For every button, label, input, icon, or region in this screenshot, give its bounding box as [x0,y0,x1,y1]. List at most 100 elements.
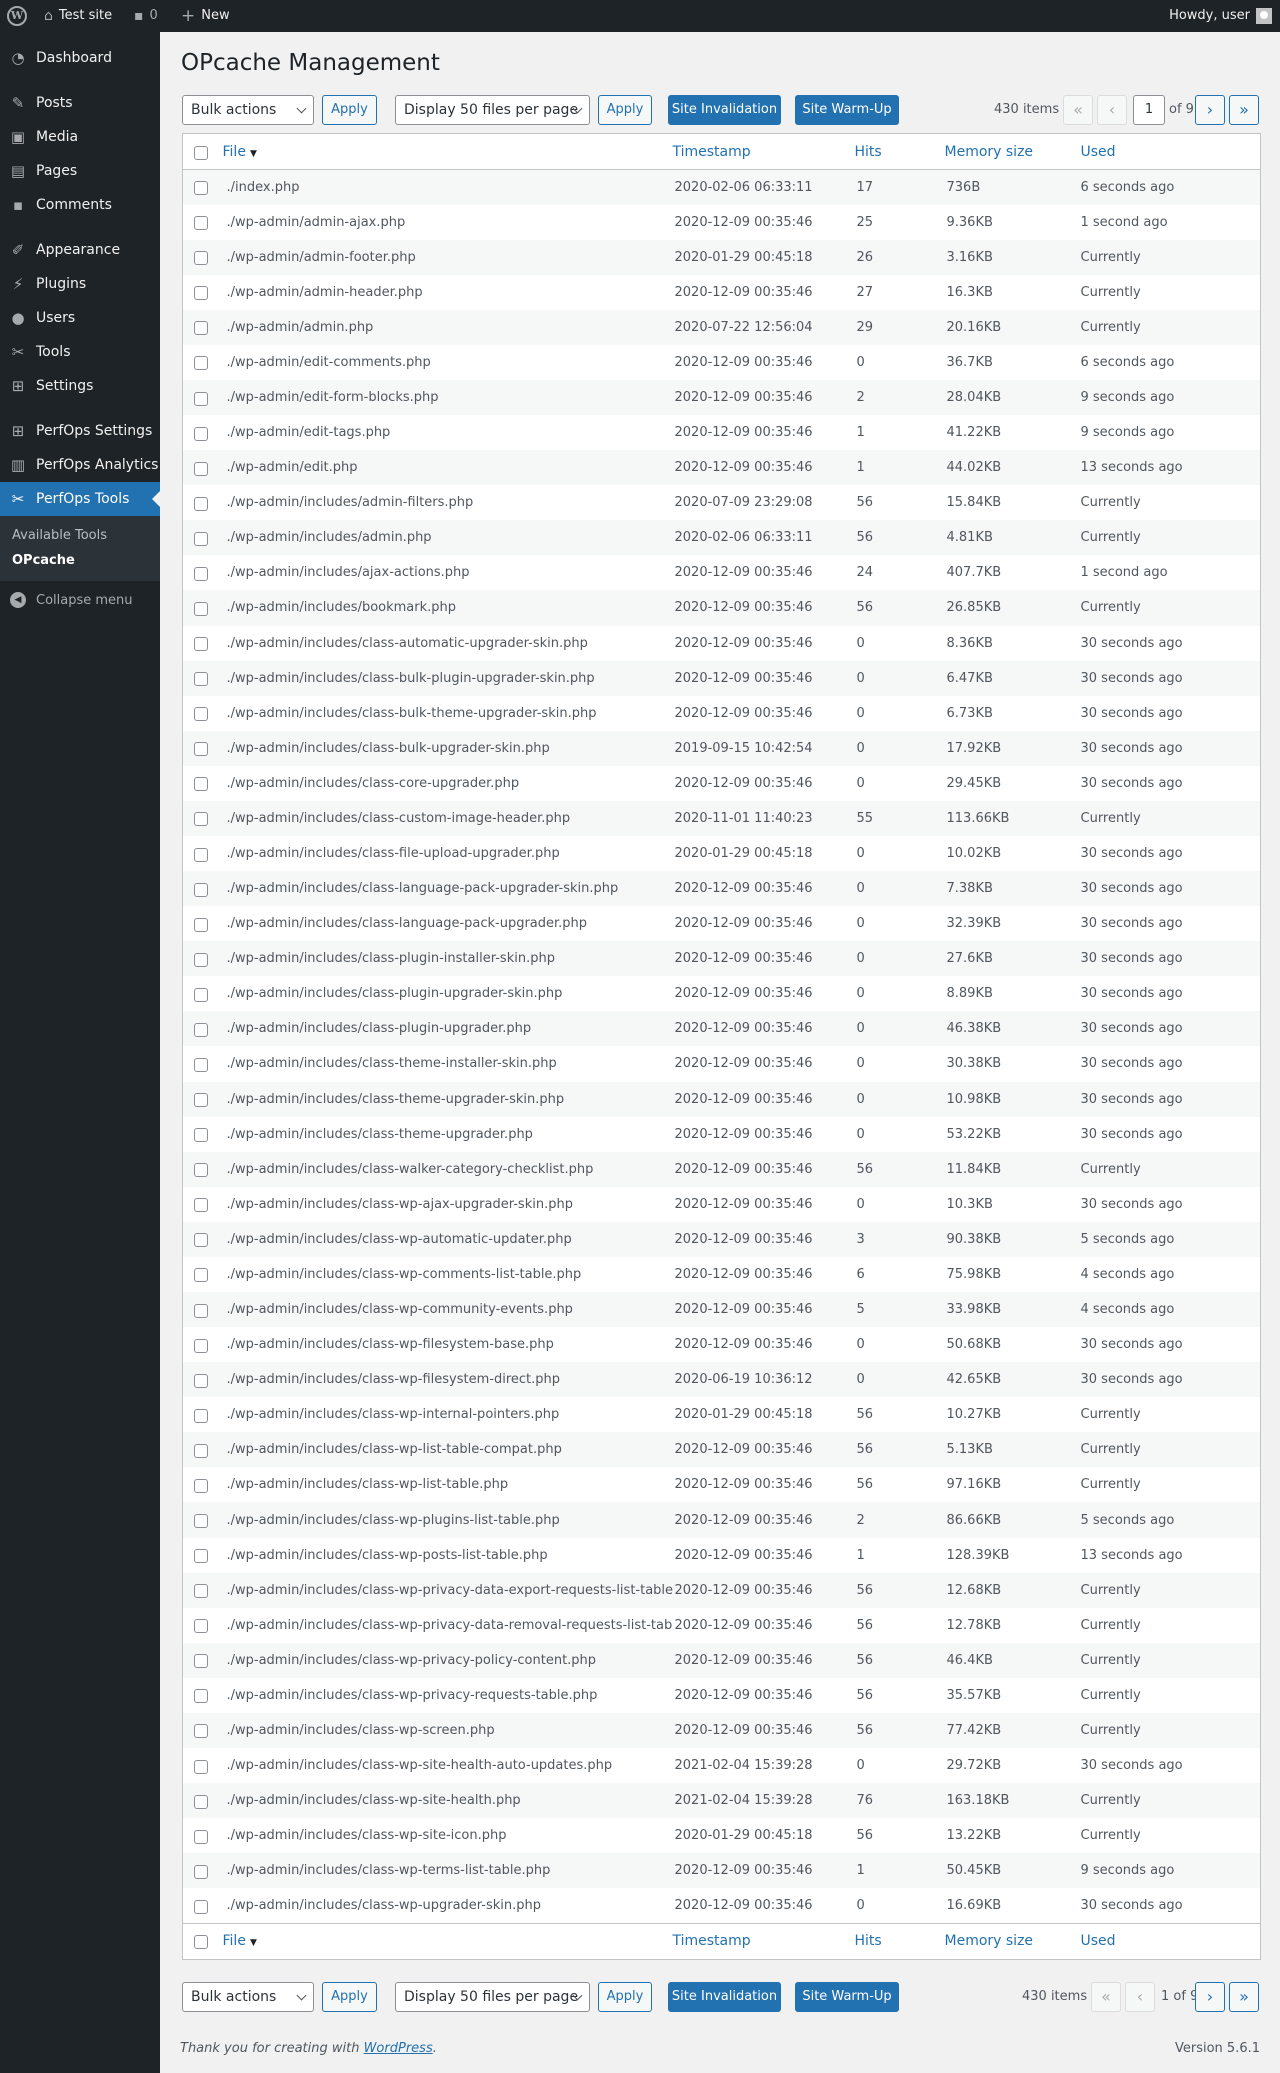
column-file[interactable]: File ▼ [222,133,673,170]
row-checkbox[interactable] [194,1408,208,1423]
row-checkbox[interactable] [194,1022,208,1037]
column-hits[interactable]: Hits [854,133,945,170]
last-page-button-bottom[interactable]: » [1229,1982,1259,2012]
row-checkbox[interactable] [194,1654,208,1669]
row-checkbox[interactable] [194,1619,208,1634]
collapse-menu-button[interactable]: ◀ Collapse menu [0,583,160,617]
apply-per-page-button[interactable]: Apply [598,95,652,125]
row-checkbox[interactable] [194,1478,208,1493]
column-used-footer[interactable]: Used [1080,1922,1261,1960]
row-checkbox[interactable] [194,1233,208,1248]
row-checkbox[interactable] [194,601,208,616]
row-checkbox[interactable] [194,1128,208,1143]
menu-item-plugins[interactable]: ⚡ Plugins [0,267,160,301]
wordpress-logo-menu[interactable]: W [7,0,27,32]
menu-item-perfops-settings[interactable]: ⊞ PerfOps Settings [0,414,160,448]
menu-item-media[interactable]: ▣ Media [0,120,160,154]
row-checkbox[interactable] [194,987,208,1002]
row-checkbox[interactable] [194,1338,208,1353]
row-checkbox[interactable] [194,1514,208,1528]
menu-item-pages[interactable]: ▤ Pages [0,154,160,188]
row-checkbox[interactable] [194,1443,208,1458]
account-menu[interactable]: Howdy, user [1169,0,1272,32]
column-used[interactable]: Used [1080,133,1261,170]
row-checkbox[interactable] [194,426,208,441]
row-checkbox[interactable] [194,251,208,266]
bulk-actions-select[interactable]: Bulk actions [182,95,314,125]
menu-item-users[interactable]: ● Users [0,301,160,335]
row-checkbox[interactable] [194,496,208,511]
row-checkbox[interactable] [194,637,208,652]
row-checkbox[interactable] [194,672,208,687]
site-warmup-button-bottom[interactable]: Site Warm-Up [795,1982,899,2012]
row-checkbox[interactable] [194,1093,208,1108]
row-checkbox[interactable] [194,531,208,546]
site-warmup-button[interactable]: Site Warm-Up [795,95,899,125]
row-checkbox[interactable] [194,356,208,371]
row-checkbox[interactable] [194,216,208,231]
menu-item-perfops-analytics[interactable]: ▥ PerfOps Analytics [0,448,160,482]
column-timestamp[interactable]: Timestamp [672,133,855,170]
row-checkbox[interactable] [194,181,208,196]
row-checkbox[interactable] [194,1373,208,1388]
row-checkbox[interactable] [194,391,208,406]
select-all-checkbox[interactable] [194,145,208,160]
bulk-actions-select-bottom[interactable]: Bulk actions [182,1982,314,2012]
site-name-link[interactable]: ⌂ Test site [44,0,112,32]
menu-item-tools[interactable]: ✂ Tools [0,335,160,369]
row-checkbox[interactable] [194,882,208,897]
row-checkbox[interactable] [194,1794,208,1809]
row-checkbox[interactable] [194,742,208,757]
row-checkbox[interactable] [194,286,208,301]
apply-bulk-button[interactable]: Apply [322,95,377,125]
row-checkbox[interactable] [194,1549,208,1564]
site-invalidation-button-bottom[interactable]: Site Invalidation [668,1982,781,2012]
row-checkbox[interactable] [194,1864,208,1879]
row-checkbox[interactable] [194,461,208,476]
row-checkbox[interactable] [194,1057,208,1072]
row-checkbox[interactable] [194,1303,208,1318]
wordpress-link[interactable]: WordPress [364,2041,433,2056]
last-page-button[interactable]: » [1229,95,1259,125]
menu-item-appearance[interactable]: ✐ Appearance [0,233,160,267]
per-page-select-bottom[interactable]: Display 50 files per page [395,1982,590,2012]
row-checkbox[interactable] [194,566,208,581]
next-page-button-bottom[interactable]: › [1195,1982,1225,2012]
row-checkbox[interactable] [194,847,208,862]
submenu-item-opcache[interactable]: OPcache [0,548,160,573]
row-checkbox[interactable] [194,777,208,792]
row-checkbox[interactable] [194,917,208,932]
row-checkbox[interactable] [194,812,208,827]
row-checkbox[interactable] [194,707,208,722]
row-checkbox[interactable] [194,1584,208,1599]
menu-item-perfops-tools[interactable]: ✂ PerfOps Tools [0,482,160,516]
column-hits-footer[interactable]: Hits [854,1922,945,1960]
row-checkbox[interactable] [194,1198,208,1213]
row-checkbox[interactable] [194,1268,208,1283]
column-memory-footer[interactable]: Memory size [944,1922,1081,1960]
row-checkbox[interactable] [194,1724,208,1739]
column-file-footer[interactable]: File ▼ [222,1922,673,1960]
select-all-checkbox-bottom[interactable] [194,1935,208,1950]
current-page-input[interactable]: 1 [1133,95,1165,125]
next-page-button[interactable]: › [1195,95,1225,125]
apply-per-page-button-bottom[interactable]: Apply [598,1982,652,2012]
row-checkbox[interactable] [194,321,208,336]
menu-item-settings[interactable]: ⊞ Settings [0,369,160,403]
row-checkbox[interactable] [194,952,208,967]
per-page-select[interactable]: Display 50 files per page [395,95,590,125]
row-checkbox[interactable] [194,1899,208,1914]
apply-bulk-button-bottom[interactable]: Apply [322,1982,377,2012]
row-checkbox[interactable] [194,1689,208,1704]
new-content-menu[interactable]: + New [181,0,230,32]
column-memory[interactable]: Memory size [944,133,1081,170]
menu-item-posts[interactable]: ✎ Posts [0,86,160,120]
row-checkbox[interactable] [194,1829,208,1844]
row-checkbox[interactable] [194,1163,208,1178]
site-invalidation-button[interactable]: Site Invalidation [668,95,781,125]
menu-item-dashboard[interactable]: ◔ Dashboard [0,41,160,75]
menu-item-comments[interactable]: ▪ Comments [0,188,160,222]
row-checkbox[interactable] [194,1759,208,1774]
submenu-item-available-tools[interactable]: Available Tools [0,523,160,548]
column-timestamp-footer[interactable]: Timestamp [672,1922,855,1960]
